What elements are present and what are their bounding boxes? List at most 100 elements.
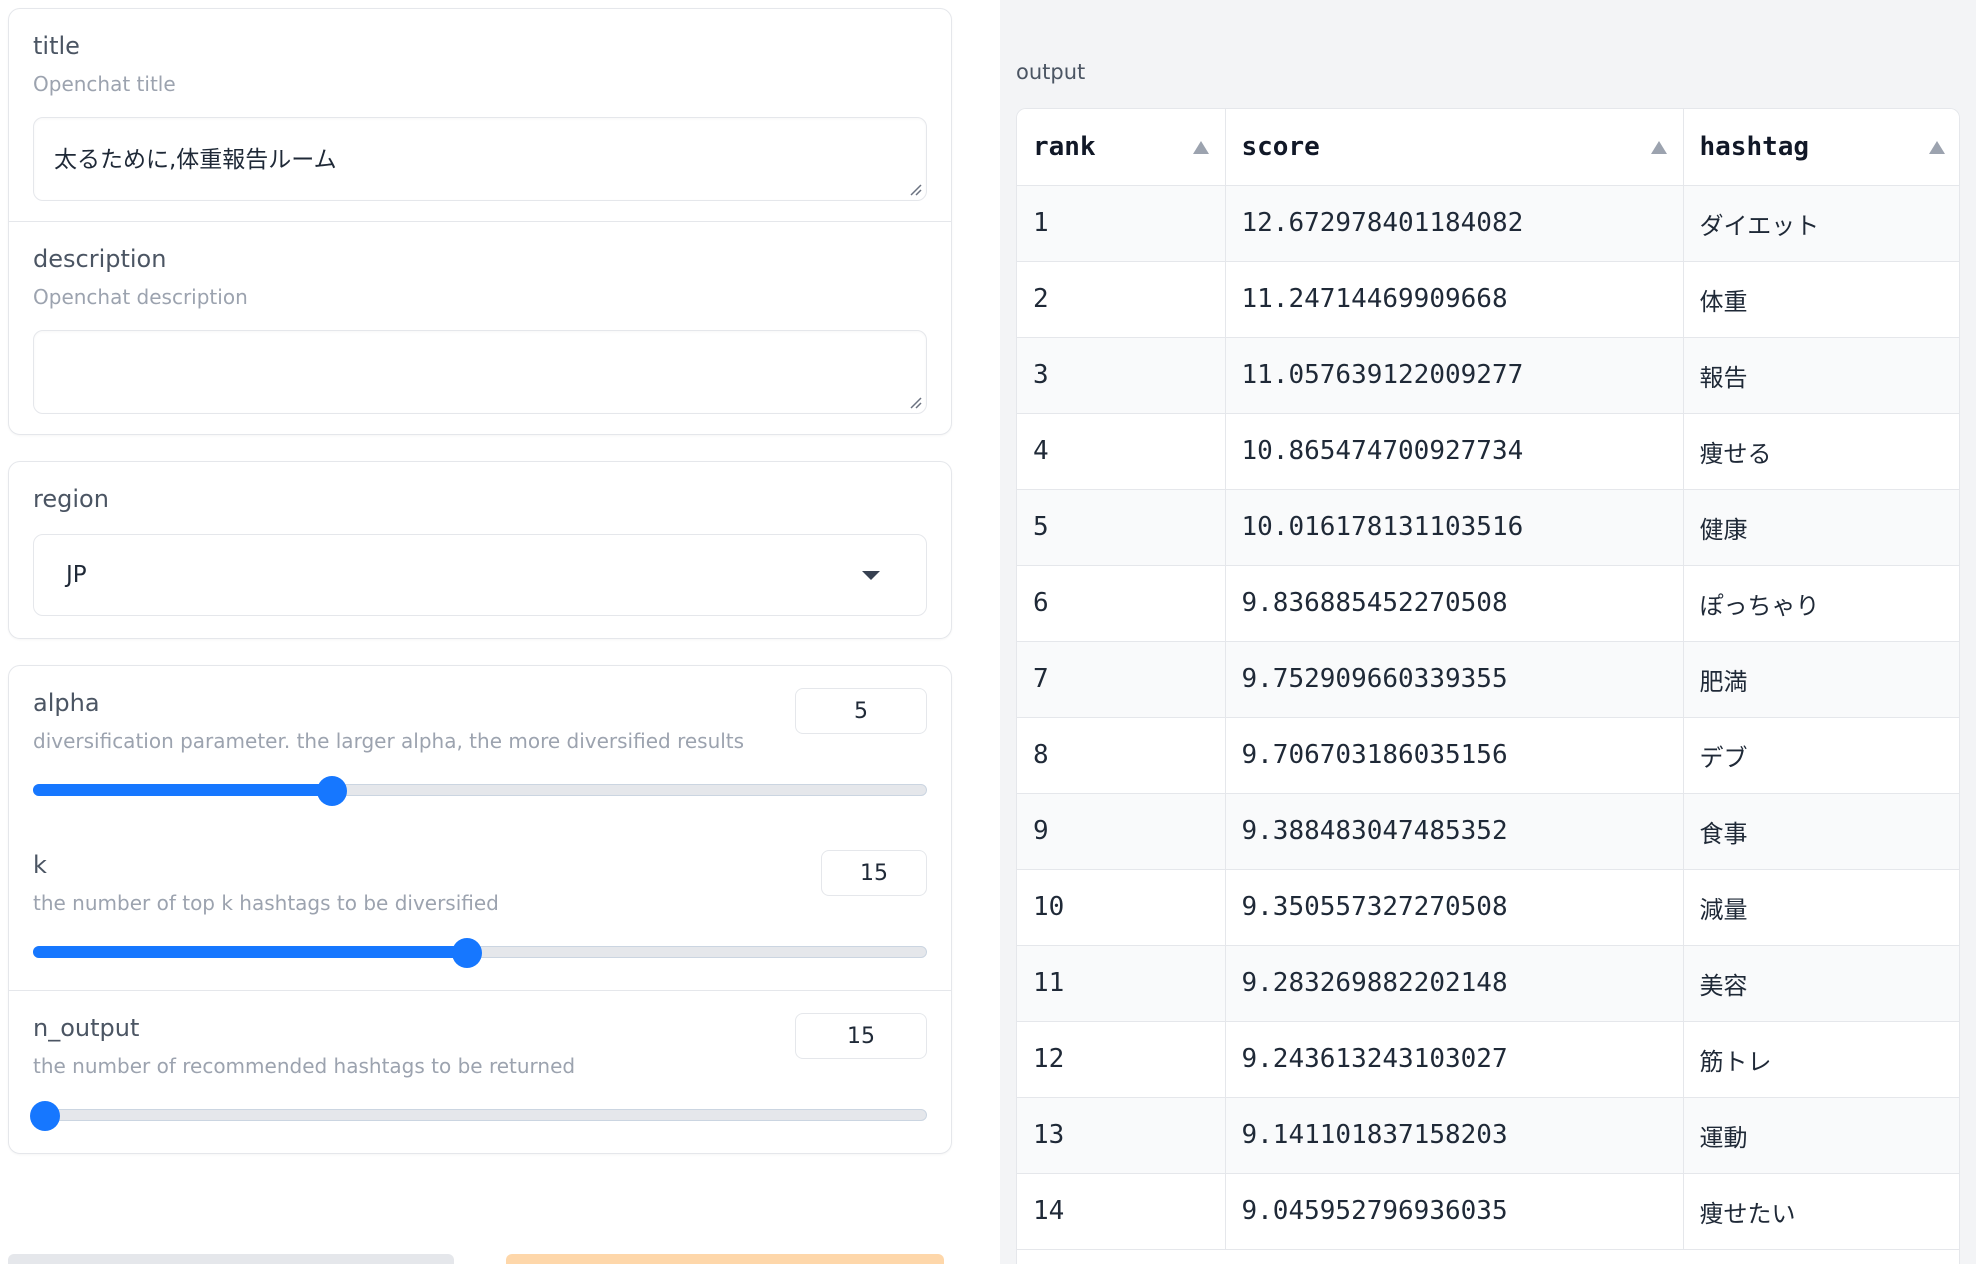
region-field-block: region JP (9, 462, 951, 638)
hashtag-cell[interactable]: ダイエット (1683, 185, 1959, 262)
description-field-block: description Openchat description (9, 221, 951, 434)
rank-cell[interactable]: 13 (1017, 1097, 1226, 1174)
hashtag-cell[interactable]: 痩せる (1683, 413, 1959, 490)
alpha-field-block: alpha 5 diversification parameter. the l… (9, 666, 951, 828)
score-cell[interactable]: 9.243613243103027 (1225, 1021, 1684, 1098)
table-row: 8 9.706703186035156 デブ (1017, 717, 1959, 794)
hashtag-cell[interactable]: 健康 (1683, 489, 1959, 566)
k-field-block: k 15 the number of top k hashtags to be … (9, 828, 951, 990)
rank-cell[interactable]: 4 (1017, 413, 1226, 490)
hashtag-cell[interactable]: 体重 (1683, 261, 1959, 338)
table-row: 4 10.865474700927734 痩せる (1017, 413, 1959, 490)
table-row: 10 9.350557327270508 減量 (1017, 869, 1959, 946)
rank-cell[interactable]: 10 (1017, 869, 1226, 946)
hashtag-cell[interactable]: 運動 (1683, 1097, 1959, 1174)
score-cell[interactable]: 9.141101837158203 (1225, 1097, 1684, 1174)
table-row: 3 11.057639122009277 報告 (1017, 337, 1959, 414)
k-number-input[interactable]: 15 (821, 850, 927, 896)
score-cell[interactable]: 9.283269882202148 (1225, 945, 1684, 1022)
table-row: 2 11.24714469909668 体重 (1017, 261, 1959, 338)
table-row: 11 9.283269882202148 美容 (1017, 945, 1959, 1022)
rank-cell[interactable]: 9 (1017, 793, 1226, 870)
score-cell[interactable]: 9.045952796936035 (1225, 1173, 1684, 1250)
title-info: Openchat title (33, 72, 176, 96)
score-cell[interactable]: 12.672978401184082 (1225, 185, 1684, 262)
rank-cell[interactable]: 2 (1017, 261, 1226, 338)
score-cell[interactable]: 11.057639122009277 (1225, 337, 1684, 414)
n-output-info: the number of recommended hashtags to be… (33, 1054, 576, 1078)
n-output-label: n_output (33, 1014, 140, 1042)
score-cell[interactable]: 9.752909660339355 (1225, 641, 1684, 718)
title-input[interactable]: 太るために,体重報告ルーム (33, 117, 927, 201)
hashtag-cell[interactable]: デブ (1683, 717, 1959, 794)
alpha-number-input[interactable]: 5 (795, 688, 927, 734)
hashtag-cell[interactable]: 食事 (1683, 793, 1959, 870)
rank-cell[interactable]: 5 (1017, 489, 1226, 566)
score-cell[interactable]: 9.706703186035156 (1225, 717, 1684, 794)
alpha-slider-fill (33, 784, 333, 796)
column-header-label: hashtag (1699, 131, 1810, 162)
column-header-hashtag[interactable]: hashtag (1683, 109, 1959, 186)
rank-cell[interactable]: 12 (1017, 1021, 1226, 1098)
table-row: 14 9.045952796936035 痩せたい (1017, 1173, 1959, 1250)
hashtag-cell[interactable]: 筋トレ (1683, 1021, 1959, 1098)
region-selected-value: JP (66, 562, 87, 588)
title-input-value: 太るために,体重報告ルーム (54, 147, 337, 173)
score-cell[interactable]: 9.350557327270508 (1225, 869, 1684, 946)
alpha-info: diversification parameter. the larger al… (33, 729, 745, 753)
input-panel: title Openchat title 太るために,体重報告ルーム descr… (8, 8, 952, 1154)
rank-cell[interactable]: 7 (1017, 641, 1226, 718)
score-cell[interactable]: 10.016178131103516 (1225, 489, 1684, 566)
n-output-number-input[interactable]: 15 (795, 1013, 927, 1059)
alpha-slider-thumb[interactable] (317, 776, 348, 806)
description-input[interactable] (33, 330, 927, 414)
region-label: region (33, 485, 109, 513)
hashtag-cell[interactable]: 美容 (1683, 945, 1959, 1022)
text-inputs-card: title Openchat title 太るために,体重報告ルーム descr… (8, 8, 952, 435)
hashtag-cell[interactable]: 減量 (1683, 869, 1959, 946)
resize-grip-icon[interactable] (908, 395, 922, 409)
alpha-label: alpha (33, 689, 100, 717)
sort-arrow-icon[interactable] (1192, 141, 1209, 154)
rank-cell[interactable]: 1 (1017, 185, 1226, 262)
column-header-rank[interactable]: rank (1017, 109, 1226, 186)
n-output-slider[interactable] (30, 1101, 927, 1131)
resize-grip-icon[interactable] (908, 182, 922, 196)
n-output-slider-track (33, 1109, 927, 1121)
score-cell[interactable]: 10.865474700927734 (1225, 413, 1684, 490)
chevron-down-icon (862, 570, 880, 580)
score-cell[interactable]: 9.836885452270508 (1225, 565, 1684, 642)
hashtag-cell[interactable]: 痩せたい (1683, 1173, 1959, 1250)
table-row: 13 9.141101837158203 運動 (1017, 1097, 1959, 1174)
sort-arrow-icon[interactable] (1650, 141, 1667, 154)
table-row: 12 9.243613243103027 筋トレ (1017, 1021, 1959, 1098)
hashtag-cell[interactable]: ぽっちゃり (1683, 565, 1959, 642)
score-cell[interactable]: 9.388483047485352 (1225, 793, 1684, 870)
rank-cell[interactable]: 11 (1017, 945, 1226, 1022)
rank-cell[interactable]: 3 (1017, 337, 1226, 414)
score-cell[interactable]: 11.24714469909668 (1225, 261, 1684, 338)
rank-cell[interactable]: 14 (1017, 1173, 1226, 1250)
parameters-card: alpha 5 diversification parameter. the l… (8, 665, 952, 1154)
hashtag-cell[interactable]: 報告 (1683, 337, 1959, 414)
hashtag-cell[interactable]: 肥満 (1683, 641, 1959, 718)
column-header-score[interactable]: score (1225, 109, 1684, 186)
output-table: rank score hashtag 1 12.672978401184082 ダイ… (1016, 108, 1960, 1264)
k-slider[interactable] (33, 938, 927, 968)
description-label: description (33, 245, 167, 273)
table-row: 5 10.016178131103516 健康 (1017, 489, 1959, 566)
region-dropdown[interactable]: JP (33, 534, 927, 616)
rank-cell[interactable]: 6 (1017, 565, 1226, 642)
n-output-field-block: n_output 15 the number of recommended ha… (9, 990, 951, 1153)
sort-arrow-icon[interactable] (1929, 141, 1945, 154)
output-label: output (1016, 60, 1086, 84)
submit-button[interactable] (506, 1254, 944, 1264)
clear-button[interactable] (8, 1254, 454, 1264)
n-output-slider-thumb[interactable] (30, 1101, 60, 1131)
alpha-slider[interactable] (33, 776, 927, 806)
k-slider-thumb[interactable] (451, 938, 482, 968)
table-row: 6 9.836885452270508 ぽっちゃり (1017, 565, 1959, 642)
rank-cell[interactable]: 8 (1017, 717, 1226, 794)
table-row: 9 9.388483047485352 食事 (1017, 793, 1959, 870)
column-header-label: score (1241, 131, 1320, 162)
